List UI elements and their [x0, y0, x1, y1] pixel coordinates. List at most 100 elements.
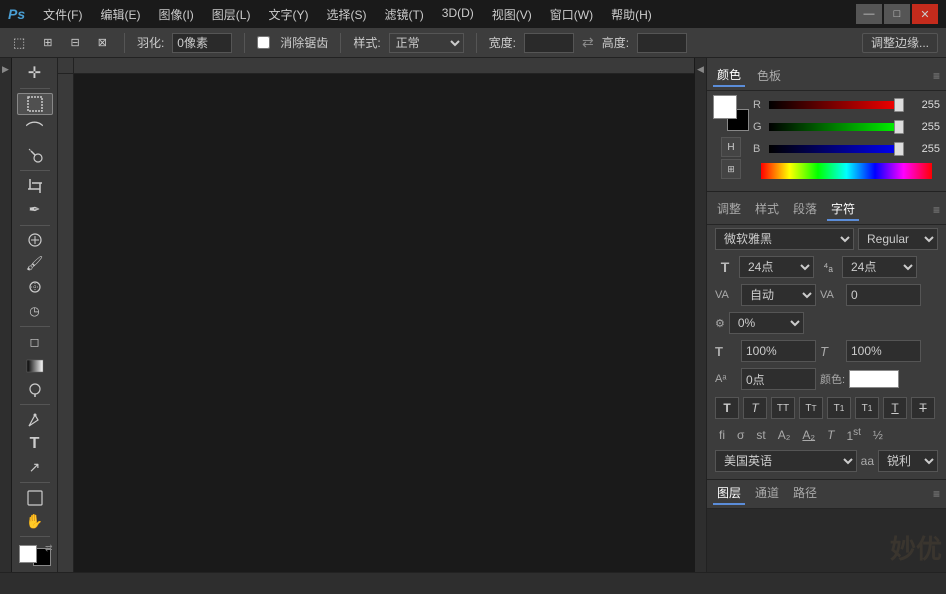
crop-tool[interactable] — [17, 175, 53, 197]
underline-btn[interactable]: T — [883, 397, 907, 419]
tab-character[interactable]: 字符 — [827, 198, 859, 221]
b-slider[interactable] — [769, 145, 904, 153]
alt2-btn[interactable]: σ — [733, 426, 748, 444]
menu-edit[interactable]: 编辑(E) — [92, 4, 148, 25]
feather-input[interactable] — [172, 33, 232, 53]
g-slider[interactable] — [769, 123, 904, 131]
adjust-edges-button[interactable]: 调整边缘... — [862, 33, 938, 53]
swap-colors-icon[interactable]: ⇄ — [45, 543, 53, 554]
tab-paragraph[interactable]: 段落 — [789, 198, 821, 221]
style-select[interactable]: 正常 固定比例 固定大小 — [389, 33, 464, 53]
menu-select[interactable]: 选择(S) — [318, 4, 374, 25]
style-label: 样式: — [353, 34, 380, 51]
baseline-input[interactable] — [741, 368, 816, 390]
fg-swatch[interactable] — [713, 95, 737, 119]
color-mode-icon2[interactable]: ⊞ — [721, 159, 741, 179]
color-panel-menu[interactable]: ≡ — [933, 69, 940, 83]
char-panel-menu[interactable]: ≡ — [933, 203, 940, 217]
eraser-tool[interactable]: ◻ — [17, 331, 53, 353]
new-selection-btn[interactable]: ⬚ — [8, 32, 30, 54]
hand-tool[interactable]: ✋ — [17, 511, 53, 533]
canvas[interactable] — [74, 74, 694, 572]
v-scale-input[interactable] — [846, 340, 921, 362]
color-mode-icon1[interactable]: H — [721, 137, 741, 157]
gradient-tool[interactable] — [17, 355, 53, 377]
add-selection-btn[interactable]: ⊞ — [38, 33, 57, 52]
alt6-btn[interactable]: T — [823, 426, 838, 444]
type-tool[interactable]: T — [17, 433, 53, 455]
allcaps-btn[interactable]: TT — [771, 397, 795, 419]
left-strip-arrow: ▶ — [2, 64, 9, 75]
color-picker-swatch[interactable] — [849, 370, 899, 388]
subtract-selection-btn[interactable]: ⊟ — [66, 33, 85, 52]
tab-paths[interactable]: 路径 — [789, 482, 821, 505]
brush-tool[interactable]: 🖌 — [17, 253, 53, 275]
alt8-btn[interactable]: ½ — [869, 426, 887, 444]
lasso-tool[interactable]: ⌒ — [17, 117, 53, 143]
opacity-select[interactable]: 0% — [729, 312, 804, 334]
italic-btn[interactable]: T — [743, 397, 767, 419]
tab-style[interactable]: 样式 — [751, 198, 783, 221]
path-select-tool[interactable]: ↗ — [17, 456, 53, 478]
anti-alias-checkbox[interactable] — [257, 36, 270, 49]
swap-icon[interactable]: ⇄ — [582, 34, 594, 51]
menu-filter[interactable]: 滤镜(T) — [376, 4, 431, 25]
language-select[interactable]: 美国英语 中文 — [715, 450, 857, 472]
ligature-btn[interactable]: fi — [715, 426, 729, 444]
alt4-btn[interactable]: A₂ — [774, 426, 795, 444]
bold-btn[interactable]: T — [715, 397, 739, 419]
font-name-select[interactable]: 微软雅黑 — [715, 228, 854, 250]
r-thumb[interactable] — [894, 98, 904, 112]
kerning-select[interactable]: 自动 — [741, 284, 816, 306]
width-input[interactable] — [524, 33, 574, 53]
intersect-selection-btn[interactable]: ⊠ — [93, 33, 112, 52]
tab-adjust[interactable]: 调整 — [713, 198, 745, 221]
r-slider[interactable] — [769, 101, 904, 109]
height-input[interactable] — [637, 33, 687, 53]
menu-help[interactable]: 帮助(H) — [603, 4, 660, 25]
shape-tool[interactable] — [17, 487, 53, 509]
minimize-button[interactable]: — — [856, 4, 882, 24]
magic-wand-tool[interactable] — [17, 145, 53, 167]
tracking-input[interactable] — [846, 284, 921, 306]
sub-btn[interactable]: T1 — [855, 397, 879, 419]
maximize-button[interactable]: □ — [884, 4, 910, 24]
tab-color[interactable]: 颜色 — [713, 64, 745, 87]
g-thumb[interactable] — [894, 120, 904, 134]
alt5-btn[interactable]: A₂ — [798, 426, 819, 444]
rect-marquee-tool[interactable] — [17, 93, 53, 115]
smallcaps-btn[interactable]: TT — [799, 397, 823, 419]
alt3-btn[interactable]: st — [752, 426, 769, 444]
tab-swatches[interactable]: 色板 — [753, 65, 785, 86]
h-scale-input[interactable] — [741, 340, 816, 362]
b-thumb[interactable] — [894, 142, 904, 156]
eyedropper-tool[interactable]: ✒ — [17, 199, 53, 221]
menu-3d[interactable]: 3D(D) — [434, 4, 482, 25]
menu-window[interactable]: 窗口(W) — [542, 4, 601, 25]
healing-brush-tool[interactable] — [17, 229, 53, 251]
clone-stamp-tool[interactable] — [17, 277, 53, 299]
menu-image[interactable]: 图像(I) — [150, 4, 201, 25]
alt7-btn[interactable]: 1st — [842, 425, 864, 445]
move-tool[interactable]: ✛ — [17, 62, 53, 84]
dodge-tool[interactable] — [17, 379, 53, 401]
pen-tool[interactable] — [17, 409, 53, 431]
leading-select[interactable]: 24点 — [842, 256, 917, 278]
menu-file[interactable]: 文件(F) — [35, 4, 90, 25]
anti-alias-select[interactable]: 锐利 犀利 平滑 无 — [878, 450, 938, 472]
tab-layers[interactable]: 图层 — [713, 482, 745, 505]
menu-view[interactable]: 视图(V) — [484, 4, 540, 25]
history-brush-tool[interactable]: ◷ — [17, 301, 53, 323]
font-size-select[interactable]: 24点 — [739, 256, 814, 278]
layers-panel-menu[interactable]: ≡ — [933, 487, 940, 501]
strikethrough-btn[interactable]: T — [911, 397, 935, 419]
close-button[interactable]: ✕ — [912, 4, 938, 24]
foreground-color-swatch[interactable] — [19, 545, 37, 563]
color-spectrum[interactable] — [761, 163, 932, 179]
menu-text[interactable]: 文字(Y) — [260, 4, 316, 25]
super-btn[interactable]: T1 — [827, 397, 851, 419]
feather-label: 羽化: — [137, 34, 164, 51]
tab-channels[interactable]: 通道 — [751, 482, 783, 505]
font-style-select[interactable]: Regular Bold Italic — [858, 228, 938, 250]
menu-layer[interactable]: 图层(L) — [204, 4, 259, 25]
